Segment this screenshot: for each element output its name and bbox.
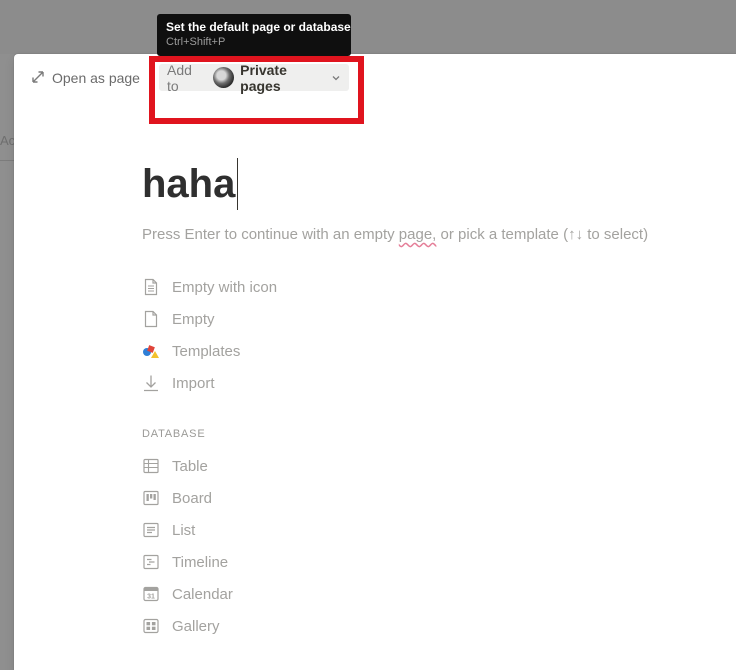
- tooltip-title: Set the default page or database: [166, 20, 351, 34]
- shapes-icon: [142, 342, 160, 360]
- template-label: Import: [172, 374, 215, 392]
- text-cursor: [237, 158, 239, 210]
- database-label: List: [172, 521, 196, 539]
- template-hint: Press Enter to continue with an empty pa…: [142, 226, 648, 243]
- hint-text-start: Press Enter to continue with an empty: [142, 226, 399, 243]
- workspace-avatar: [213, 67, 235, 88]
- open-as-page-label: Open as page: [52, 70, 140, 86]
- page-with-lines-icon: [142, 278, 160, 296]
- chevron-down-icon: [326, 70, 341, 86]
- new-page-modal: Open as page Add to Private pages haha P…: [14, 54, 736, 670]
- hint-text-spellcheck: page,: [398, 226, 437, 243]
- database-timeline[interactable]: Timeline: [142, 550, 228, 574]
- table-icon: [142, 457, 160, 475]
- database-table[interactable]: Table: [142, 454, 208, 478]
- open-as-page-button[interactable]: Open as page: [32, 68, 140, 88]
- template-empty-with-icon[interactable]: Empty with icon: [142, 275, 277, 299]
- tooltip-shortcut: Ctrl+Shift+P: [166, 36, 226, 48]
- shortcut-tooltip: Set the default page or database Ctrl+Sh…: [157, 14, 351, 56]
- database-label: Table: [172, 457, 208, 475]
- template-label: Templates: [172, 342, 241, 360]
- add-to-selector[interactable]: Add to Private pages: [159, 61, 349, 94]
- database-section-label: DATABASE: [142, 428, 206, 440]
- template-label: Empty with icon: [172, 278, 278, 296]
- svg-text:31: 31: [147, 594, 155, 601]
- database-gallery[interactable]: Gallery: [142, 614, 220, 638]
- database-board[interactable]: Board: [142, 486, 212, 510]
- database-label: Board: [172, 489, 213, 507]
- template-label: Empty: [172, 310, 215, 328]
- hint-text-end: or pick a template (↑↓ to select): [436, 226, 649, 243]
- blank-page-icon: [142, 310, 160, 328]
- database-label: Gallery: [172, 617, 220, 635]
- workspace-name: Private pages: [240, 61, 287, 94]
- template-templates[interactable]: Templates: [142, 339, 240, 363]
- board-icon: [142, 489, 160, 507]
- database-label: Calendar: [172, 585, 233, 603]
- download-arrow-icon: [142, 374, 160, 392]
- timeline-icon: [142, 553, 160, 571]
- page-title: haha: [142, 162, 236, 206]
- template-empty[interactable]: Empty: [142, 307, 215, 331]
- calendar-icon: 31: [142, 585, 160, 603]
- gallery-icon: [142, 617, 160, 635]
- page-title-field[interactable]: haha: [142, 158, 239, 210]
- database-label: Timeline: [172, 553, 229, 571]
- database-list[interactable]: List: [142, 518, 195, 542]
- expand-diagonal-icon: [32, 70, 44, 86]
- template-import[interactable]: Import: [142, 371, 215, 395]
- backdrop-divider: [0, 160, 14, 161]
- add-to-label: Add to: [167, 61, 192, 94]
- list-icon: [142, 521, 160, 539]
- backdrop-partial-text: Ac: [0, 133, 16, 148]
- database-calendar[interactable]: 31 Calendar: [142, 582, 233, 606]
